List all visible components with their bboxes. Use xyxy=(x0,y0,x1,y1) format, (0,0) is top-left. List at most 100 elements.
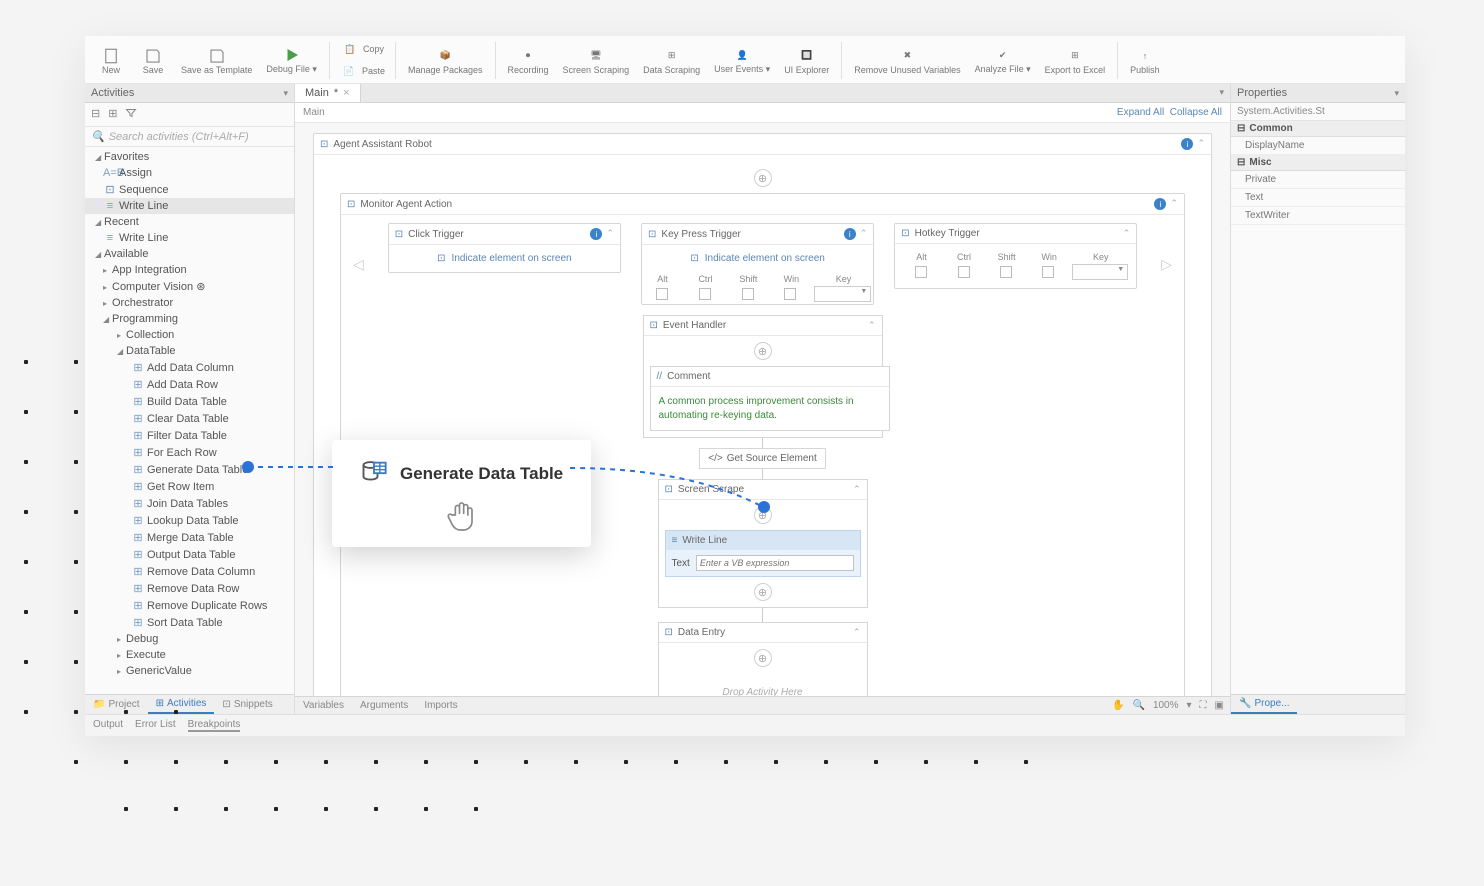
data-entry-activity[interactable]: ⊡Data Entry⌃ ⊕ Drop Activity Here ⊕ xyxy=(658,622,868,696)
alt-checkbox[interactable] xyxy=(656,288,668,300)
screen-scrape-activity[interactable]: ⊡Screen Scrape⌃ ⊕ ≡Write Line Text ⊕ xyxy=(658,479,868,608)
collapse-all-link[interactable]: Collapse All xyxy=(1170,107,1222,118)
agent-assistant-robot[interactable]: ⊡Agent Assistant Roboti⌃ ⊕ ⊡Monitor Agen… xyxy=(313,133,1212,696)
zoom-icon[interactable]: 🔍 xyxy=(1132,700,1144,711)
available-group[interactable]: ◢Available xyxy=(85,246,294,262)
write-line-activity[interactable]: ≡Write Line Text xyxy=(665,530,861,577)
hotkey-trigger[interactable]: ⊡Hotkey Trigger⌃ AltCtrlShiftWinKey xyxy=(894,223,1137,289)
tabs-dropdown-icon[interactable]: ▾ xyxy=(1213,84,1230,102)
panel-collapse-icon[interactable]: ▾ xyxy=(1394,88,1399,99)
tab-main[interactable]: Main * × xyxy=(295,84,361,102)
group-programming[interactable]: ◢Programming xyxy=(85,311,294,327)
prop-displayname[interactable]: DisplayName xyxy=(1231,137,1405,155)
collapse-icon[interactable]: ⌃ xyxy=(1170,198,1178,210)
prop-cat-misc[interactable]: ⊟Misc xyxy=(1231,155,1405,171)
activity-filter-data-table[interactable]: ⊞Filter Data Table xyxy=(85,427,294,444)
ctrl-checkbox[interactable] xyxy=(958,266,970,278)
overview-icon[interactable]: ▣ xyxy=(1215,700,1224,711)
nav-right-icon[interactable]: ▷ xyxy=(1157,256,1176,273)
text-input[interactable] xyxy=(696,555,854,571)
panel-collapse-icon[interactable]: ▾ xyxy=(283,88,288,99)
tab-output[interactable]: Output xyxy=(93,719,123,732)
recent-group[interactable]: ◢Recent xyxy=(85,214,294,230)
manage-packages-button[interactable]: 📦Manage Packages xyxy=(402,38,489,83)
info-icon[interactable]: i xyxy=(1154,198,1166,210)
filter-icon[interactable] xyxy=(125,107,137,122)
info-icon[interactable]: i xyxy=(844,228,856,240)
analyze-file-button[interactable]: ✔Analyze File ▾ xyxy=(969,38,1037,83)
info-icon[interactable]: i xyxy=(1181,138,1193,150)
recording-button[interactable]: ⏺Recording xyxy=(502,38,555,83)
drop-target[interactable]: Drop Activity Here xyxy=(659,673,867,696)
activity-join-data-tables[interactable]: ⊞Join Data Tables xyxy=(85,495,294,512)
prop-text[interactable]: Text xyxy=(1231,189,1405,207)
ui-explorer-button[interactable]: 🔲UI Explorer xyxy=(778,38,835,83)
activity-generate-data-table[interactable]: ⊞Generate Data Table xyxy=(85,461,294,478)
list-icon[interactable]: ⊞ xyxy=(108,107,117,122)
group-app-integration[interactable]: ▸App Integration xyxy=(85,262,294,278)
save-as-template-button[interactable]: Save as Template xyxy=(175,38,258,83)
group-execute[interactable]: ▸Execute xyxy=(85,647,294,663)
activity-remove-duplicate-rows[interactable]: ⊞Remove Duplicate Rows xyxy=(85,597,294,614)
tab-breakpoints[interactable]: Breakpoints xyxy=(188,719,241,732)
activity-remove-data-row[interactable]: ⊞Remove Data Row xyxy=(85,580,294,597)
activity-clear-data-table[interactable]: ⊞Clear Data Table xyxy=(85,410,294,427)
screen-scraping-button[interactable]: 🖥Screen Scraping xyxy=(557,38,636,83)
activity-sort-data-table[interactable]: ⊞Sort Data Table xyxy=(85,614,294,631)
collapse-icon[interactable]: ⌃ xyxy=(853,484,861,495)
tab-error-list[interactable]: Error List xyxy=(135,719,176,732)
prop-textwriter[interactable]: TextWriter xyxy=(1231,207,1405,225)
win-checkbox[interactable] xyxy=(784,288,796,300)
tab-arguments[interactable]: Arguments xyxy=(352,697,416,714)
activity-remove-data-column[interactable]: ⊞Remove Data Column xyxy=(85,563,294,580)
group-collection[interactable]: ▸Collection xyxy=(85,327,294,343)
publish-button[interactable]: ↑Publish xyxy=(1124,38,1166,83)
prop-private[interactable]: Private xyxy=(1231,171,1405,189)
debug-file-button[interactable]: Debug File ▾ xyxy=(260,38,323,83)
save-button[interactable]: Save xyxy=(133,38,173,83)
activity-write-line-fav[interactable]: ≡Write Line xyxy=(85,198,294,214)
new-button[interactable]: New xyxy=(91,38,131,83)
tab-properties[interactable]: 🔧 Prope... xyxy=(1231,695,1297,714)
activity-get-row-item[interactable]: ⊞Get Row Item xyxy=(85,478,294,495)
shift-checkbox[interactable] xyxy=(742,288,754,300)
user-events-button[interactable]: 👤User Events ▾ xyxy=(708,38,776,83)
group-computer-vision[interactable]: ▸Computer Vision ⊛ xyxy=(85,278,294,295)
get-source-element[interactable]: </>Get Source Element xyxy=(699,448,826,469)
info-icon[interactable]: i xyxy=(590,228,602,240)
expand-all-link[interactable]: Expand All xyxy=(1117,107,1164,118)
key-press-trigger[interactable]: ⊡Key Press Triggeri⌃ ⊡Indicate element o… xyxy=(641,223,874,305)
activity-lookup-data-table[interactable]: ⊞Lookup Data Table xyxy=(85,512,294,529)
add-activity-button[interactable]: ⊕ xyxy=(754,169,772,187)
grab-icon[interactable]: ✋ xyxy=(1112,700,1124,711)
tab-activities[interactable]: ⊞ Activities xyxy=(148,695,215,714)
shift-checkbox[interactable] xyxy=(1000,266,1012,278)
alt-checkbox[interactable] xyxy=(915,266,927,278)
collapse-icon[interactable]: ⌃ xyxy=(606,228,614,240)
tab-snippets[interactable]: ⊡ Snippets xyxy=(214,695,280,714)
indicate-element-link[interactable]: ⊡Indicate element on screen xyxy=(642,245,873,272)
activity-add-data-column[interactable]: ⊞Add Data Column xyxy=(85,359,294,376)
collapse-icon[interactable]: ⌃ xyxy=(1197,138,1205,150)
copy-button[interactable]: 📋Copy xyxy=(336,38,389,60)
tab-variables[interactable]: Variables xyxy=(295,697,352,714)
win-checkbox[interactable] xyxy=(1042,266,1054,278)
remove-unused-button[interactable]: ✖Remove Unused Variables xyxy=(848,38,966,83)
zoom-dropdown-icon[interactable]: ▾ xyxy=(1187,700,1192,711)
comment-activity[interactable]: //Comment A common process improvement c… xyxy=(650,366,890,431)
activity-add-data-row[interactable]: ⊞Add Data Row xyxy=(85,376,294,393)
activity-build-data-table[interactable]: ⊞Build Data Table xyxy=(85,393,294,410)
breadcrumb[interactable]: Main xyxy=(303,107,325,118)
zoom-level[interactable]: 100% xyxy=(1153,700,1179,711)
event-handler[interactable]: ⊡Event Handler⌃ ⊕ //Comment A common pro… xyxy=(643,315,883,438)
nav-left-icon[interactable]: ◁ xyxy=(349,256,368,273)
prop-cat-common[interactable]: ⊟Common xyxy=(1231,121,1405,137)
activity-merge-data-table[interactable]: ⊞Merge Data Table xyxy=(85,529,294,546)
collapse-icon[interactable]: ⌃ xyxy=(860,228,868,240)
group-datatable[interactable]: ◢DataTable xyxy=(85,343,294,359)
collapse-icon[interactable]: ⌃ xyxy=(853,627,861,638)
activity-for-each-row[interactable]: ⊞For Each Row xyxy=(85,444,294,461)
indicate-element-link[interactable]: ⊡Indicate element on screen xyxy=(389,245,620,272)
group-genericvalue[interactable]: ▸GenericValue xyxy=(85,663,294,679)
data-scraping-button[interactable]: ⊞Data Scraping xyxy=(637,38,706,83)
